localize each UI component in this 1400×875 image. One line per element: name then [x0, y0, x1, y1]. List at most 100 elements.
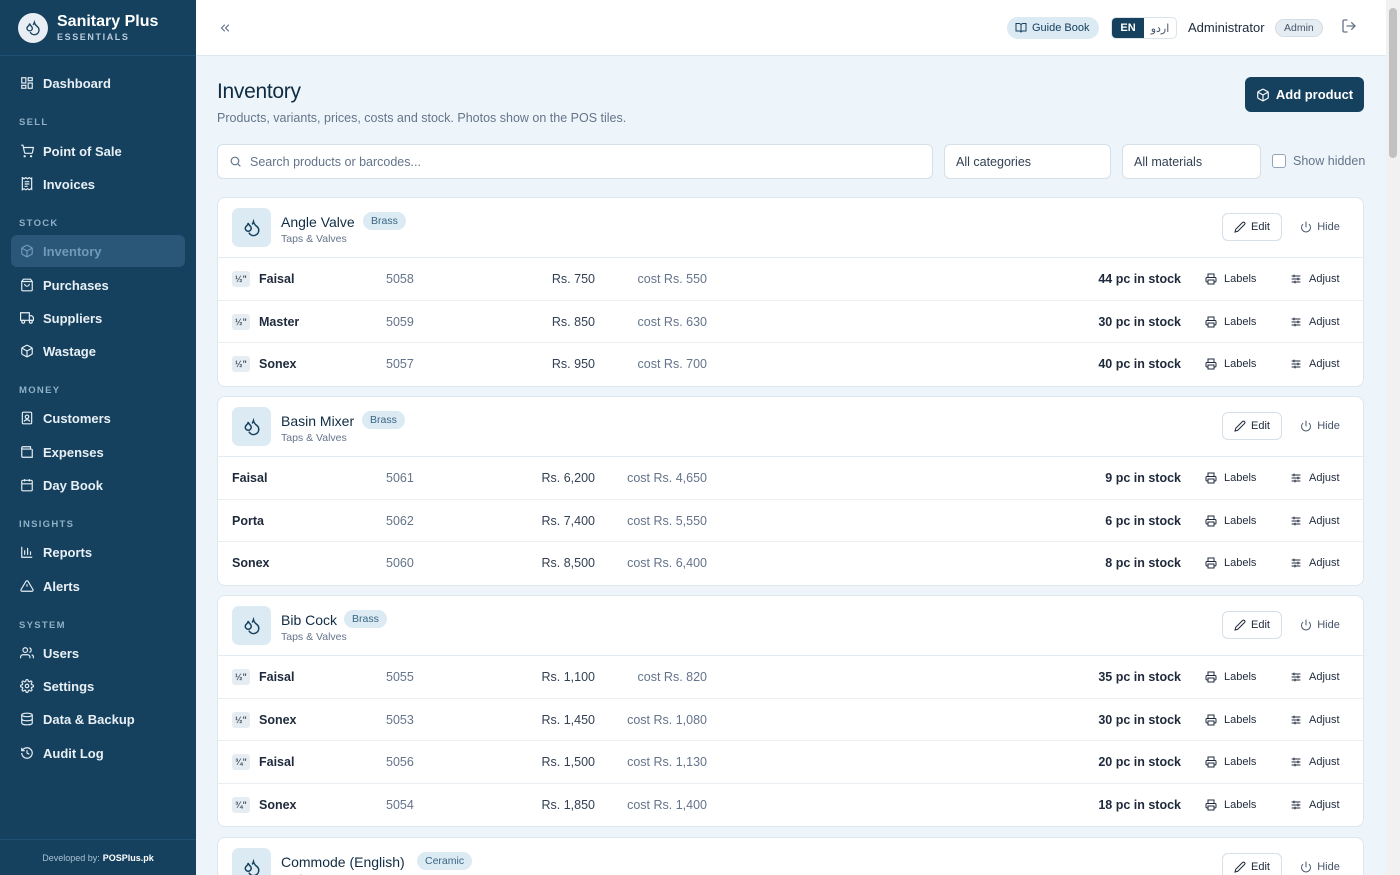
- adjust-stock-button[interactable]: Adjust: [1290, 267, 1340, 291]
- edit-product-button[interactable]: Edit: [1222, 412, 1282, 440]
- sidebar-item-purchases[interactable]: Purchases: [11, 269, 185, 301]
- search-input[interactable]: [250, 154, 900, 169]
- scrollbar-thumb[interactable]: [1389, 8, 1397, 158]
- adjust-stock-button[interactable]: Adjust: [1290, 708, 1340, 732]
- category-select[interactable]: All categories: [944, 144, 1111, 179]
- variant-barcode: 5055: [386, 670, 414, 684]
- variant-barcode: 5062: [386, 513, 414, 528]
- edit-product-button[interactable]: Edit: [1222, 611, 1282, 639]
- sidebar-item-label: Wastage: [43, 343, 96, 359]
- print-labels-button[interactable]: Labels: [1205, 750, 1256, 774]
- footer-company-link[interactable]: POSPlus.pk: [103, 853, 154, 863]
- adjust-stock-button[interactable]: Adjust: [1290, 352, 1340, 376]
- show-hidden-toggle[interactable]: Show hidden: [1272, 154, 1365, 168]
- add-product-button[interactable]: Add product: [1245, 77, 1364, 112]
- adjust-sliders-icon: [1291, 516, 1301, 525]
- calendar-icon: [21, 479, 33, 492]
- show-hidden-checkbox[interactable]: [1272, 154, 1286, 168]
- variant-barcode: 5060: [386, 556, 414, 570]
- variant-row: ¾" Faisal 5056 Rs. 1,500 cost Rs. 1,130 20 pc…: [218, 741, 1363, 784]
- adjust-stock-button[interactable]: Adjust: [1290, 509, 1340, 533]
- logout-button[interactable]: [1341, 18, 1361, 38]
- brand-name: Sanitary Plus: [57, 12, 159, 30]
- sidebar-item-daybook[interactable]: Day Book: [11, 469, 185, 501]
- sidebar-item-wastage[interactable]: Wastage: [11, 335, 185, 367]
- lang-urdu-button[interactable]: اردو: [1144, 18, 1176, 38]
- nav-section-stock: STOCK: [19, 218, 59, 229]
- water-drop-icon: [232, 848, 271, 875]
- product-header: Bib Cock Brass Taps & Valves Edit Hide: [218, 596, 1363, 656]
- edit-product-button[interactable]: Edit: [1222, 853, 1282, 875]
- adjust-label: Adjust: [1309, 671, 1340, 683]
- variant-barcode: 5054: [386, 797, 414, 812]
- variant-name: Faisal: [259, 272, 295, 286]
- adjust-stock-button[interactable]: Adjust: [1290, 551, 1340, 575]
- adjust-stock-button[interactable]: Adjust: [1290, 466, 1340, 490]
- variant-price: Rs. 1,100: [541, 670, 595, 684]
- print-labels-button[interactable]: Labels: [1205, 793, 1256, 817]
- search-box: [217, 144, 933, 179]
- edit-product-button[interactable]: Edit: [1222, 213, 1282, 241]
- print-labels-button[interactable]: Labels: [1205, 665, 1256, 689]
- sidebar-item-users[interactable]: Users: [11, 637, 185, 669]
- sidebar-item-audit[interactable]: Audit Log: [11, 737, 185, 769]
- package-icon: [21, 244, 33, 258]
- sidebar-item-inventory[interactable]: Inventory: [11, 235, 185, 267]
- page-scrollbar[interactable]: [1386, 0, 1400, 875]
- nav-section-sell: SELL: [19, 117, 49, 128]
- hide-product-button[interactable]: Hide: [1296, 213, 1344, 241]
- print-labels-button[interactable]: Labels: [1205, 466, 1256, 490]
- sidebar-item-dashboard[interactable]: Dashboard: [11, 67, 185, 99]
- product-card: Commode (English)CeramicSanitary WareEdi…: [217, 837, 1364, 875]
- variant-cost: cost Rs. 1,130: [627, 755, 707, 769]
- hide-label: Hide: [1317, 420, 1340, 432]
- material-select[interactable]: All materials: [1122, 144, 1261, 179]
- printer-icon: [1205, 714, 1217, 725]
- adjust-sliders-icon: [1291, 473, 1301, 483]
- guide-book-button[interactable]: Guide Book: [1007, 17, 1100, 39]
- variant-row: ¾" Sonex 5054 Rs. 1,850 cost Rs. 1,400 18 pc …: [218, 784, 1363, 827]
- variant-barcode: 5059: [386, 314, 414, 329]
- sidebar-item-expenses[interactable]: Expenses: [11, 436, 185, 468]
- dashboard-icon: [21, 77, 33, 89]
- printer-icon: [1205, 515, 1217, 526]
- variant-row: ½" Faisal 5058 Rs. 750 cost Rs. 550 44 pc in …: [218, 258, 1363, 301]
- print-labels-button[interactable]: Labels: [1205, 708, 1256, 732]
- hide-product-button[interactable]: Hide: [1296, 412, 1344, 440]
- variant-name: Sonex: [259, 797, 297, 812]
- sidebar-item-customers[interactable]: Customers: [11, 402, 185, 434]
- sidebar-item-reports[interactable]: Reports: [11, 536, 185, 568]
- variant-price: Rs. 1,850: [541, 797, 595, 812]
- print-labels-button[interactable]: Labels: [1205, 551, 1256, 575]
- adjust-stock-button[interactable]: Adjust: [1290, 310, 1340, 334]
- adjust-stock-button[interactable]: Adjust: [1290, 665, 1340, 689]
- variant-stock: 40 pc in stock: [1098, 357, 1181, 371]
- material-badge: Brass: [344, 610, 387, 628]
- sidebar-item-suppliers[interactable]: Suppliers: [11, 302, 185, 334]
- adjust-stock-button[interactable]: Adjust: [1290, 750, 1340, 774]
- sidebar-item-pos[interactable]: Point of Sale: [11, 135, 185, 167]
- hide-product-button[interactable]: Hide: [1296, 853, 1344, 875]
- edit-label: Edit: [1251, 221, 1270, 233]
- hide-label: Hide: [1317, 221, 1340, 233]
- lang-en-button[interactable]: EN: [1112, 18, 1144, 38]
- sidebar-item-backup[interactable]: Data & Backup: [11, 703, 185, 735]
- product-category: Taps & Valves: [281, 432, 347, 444]
- sidebar-item-invoices[interactable]: Invoices: [11, 168, 185, 200]
- sidebar-item-label: Day Book: [43, 477, 103, 493]
- print-labels-button[interactable]: Labels: [1205, 509, 1256, 533]
- print-labels-button[interactable]: Labels: [1205, 310, 1256, 334]
- hide-product-button[interactable]: Hide: [1296, 611, 1344, 639]
- product-name: Basin Mixer: [281, 413, 355, 429]
- adjust-stock-button[interactable]: Adjust: [1290, 793, 1340, 817]
- sidebar-item-settings[interactable]: Settings: [11, 670, 185, 702]
- printer-icon: [1205, 671, 1217, 683]
- collapse-sidebar-button[interactable]: [214, 17, 236, 39]
- print-labels-button[interactable]: Labels: [1205, 267, 1256, 291]
- print-labels-button[interactable]: Labels: [1205, 352, 1256, 376]
- edit-label: Edit: [1251, 619, 1270, 631]
- product-category: Taps & Valves: [281, 631, 347, 643]
- variant-stock: 18 pc in stock: [1098, 797, 1181, 812]
- sidebar-item-alerts[interactable]: Alerts: [11, 570, 185, 602]
- variant-name: Faisal: [232, 471, 268, 485]
